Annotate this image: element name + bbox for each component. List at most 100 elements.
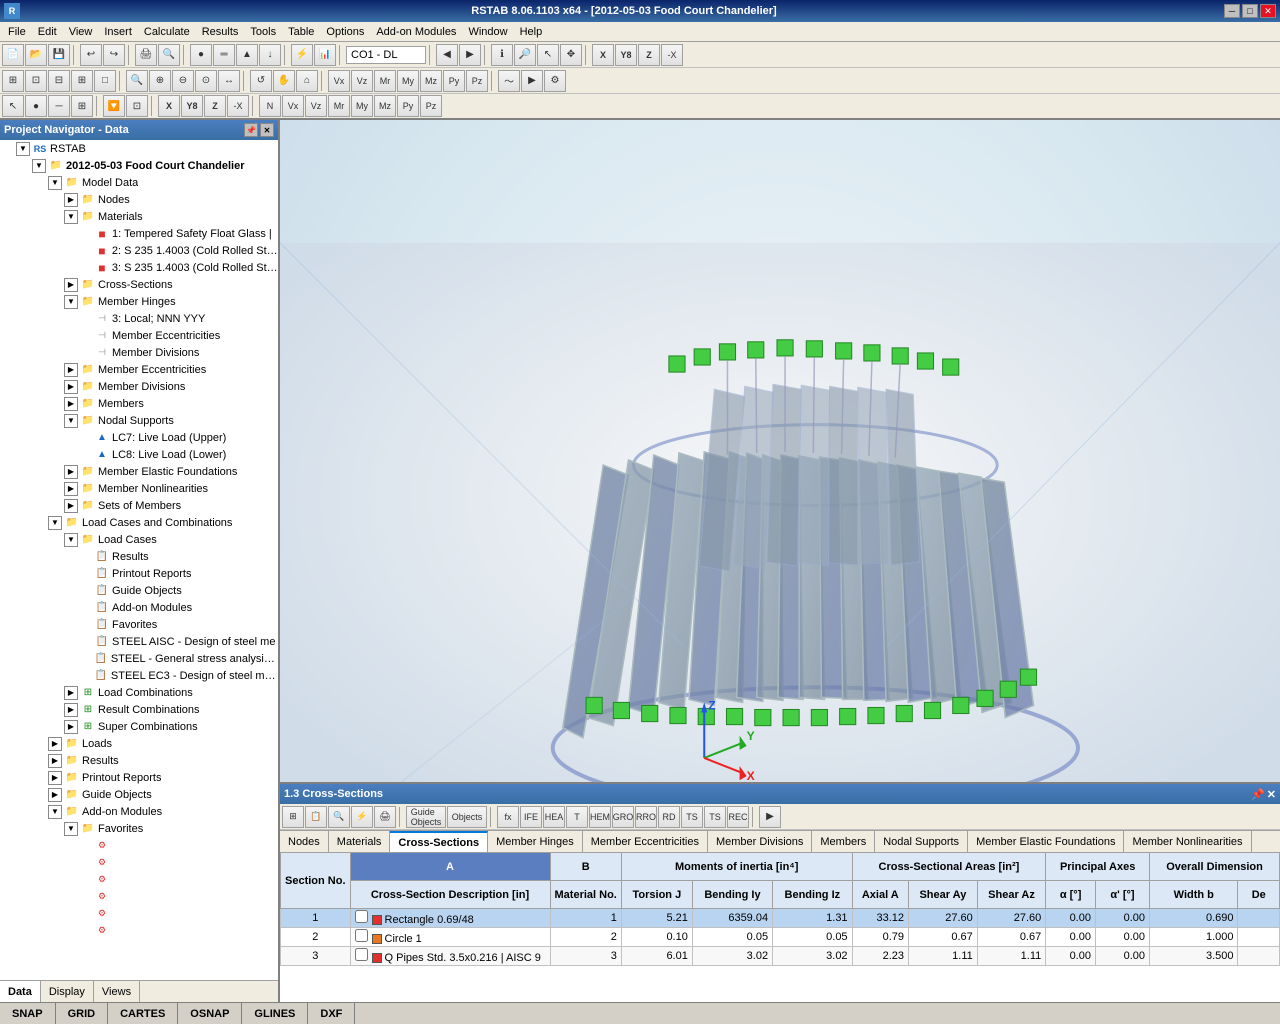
tb-redo[interactable]: ↪ — [103, 44, 125, 66]
menu-file[interactable]: File — [2, 24, 32, 40]
tab-nonlinearities[interactable]: Member Nonlinearities — [1124, 831, 1251, 852]
minimize-btn[interactable]: ─ — [1224, 4, 1240, 18]
tree-printout[interactable]: ▶ 📁 Printout Reports — [0, 769, 278, 786]
tree-member-hinges[interactable]: ▼ 📁 Member Hinges — [0, 293, 278, 310]
tree-steel-ds[interactable]: ⚙ — [0, 922, 278, 939]
tb3-y8[interactable]: Y8 — [181, 95, 203, 117]
bt-2[interactable]: 📋 — [305, 806, 327, 828]
tb2-home[interactable]: ⌂ — [296, 70, 318, 92]
tb-zoom[interactable]: 🔎 — [514, 44, 536, 66]
tb-y[interactable]: Y8 — [615, 44, 637, 66]
bt-tools[interactable]: Guide Objects — [406, 806, 446, 828]
tree-nodal-supports[interactable]: ▼ 📁 Nodal Supports — [0, 412, 278, 429]
cs-checkbox[interactable] — [355, 910, 368, 923]
tb-calc[interactable]: ⚡ — [291, 44, 313, 66]
close-btn[interactable]: ✕ — [1260, 4, 1276, 18]
maximize-btn[interactable]: □ — [1242, 4, 1258, 18]
tb-search[interactable]: 🔍 — [158, 44, 180, 66]
status-cartes[interactable]: CARTES — [108, 1003, 178, 1024]
tb-open[interactable]: 📂 — [25, 44, 47, 66]
tb-print[interactable]: 🖨 — [135, 44, 157, 66]
tree-guide[interactable]: ▶ 📁 Guide Objects — [0, 786, 278, 803]
tree-nonlin[interactable]: ▶ 📁 Member Nonlinearities — [0, 480, 278, 497]
status-grid[interactable]: GRID — [56, 1003, 109, 1024]
bt-ts[interactable]: TS — [681, 806, 703, 828]
tb2-2[interactable]: ⊡ — [25, 70, 47, 92]
tb3-nx2[interactable]: -X — [227, 95, 249, 117]
tb2-9[interactable]: ⊙ — [195, 70, 217, 92]
tb2-10[interactable]: ↔ — [218, 70, 240, 92]
tree-favorites[interactable]: ▼ 📁 Favorites — [0, 820, 278, 837]
tb3-cs[interactable]: ⊞ — [71, 95, 93, 117]
tb3-filter2[interactable]: ⊡ — [126, 95, 148, 117]
tree-lc4[interactable]: 📋 Add-on Modules — [0, 599, 278, 616]
tree-steel-ec3[interactable]: ⚙ — [0, 871, 278, 888]
tree-lc2[interactable]: 📋 Printout Reports — [0, 565, 278, 582]
tb2-mr[interactable]: Mr — [374, 70, 396, 92]
tab-nodes[interactable]: Nodes — [280, 831, 329, 852]
bt-ifc[interactable]: IFE — [520, 806, 542, 828]
tree-model-data[interactable]: ▼ 📁 Model Data — [0, 174, 278, 191]
tb2-wire[interactable]: Vx — [328, 70, 350, 92]
tb-select[interactable]: ↖ — [537, 44, 559, 66]
tree-mat2[interactable]: ■ 2: S 235 1.4003 (Cold Rolled Strip — [0, 242, 278, 259]
bt-hem[interactable]: HEM — [589, 806, 611, 828]
bottom-pin[interactable]: 📌 — [1251, 788, 1265, 801]
tab-elastic-foundations[interactable]: Member Elastic Foundations — [968, 831, 1124, 852]
tab-member-eccentricities[interactable]: Member Eccentricities — [583, 831, 708, 852]
tb-prev[interactable]: ◀ — [436, 44, 458, 66]
tab-member-hinges[interactable]: Member Hinges — [488, 831, 583, 852]
menu-insert[interactable]: Insert — [98, 24, 138, 40]
tree-rstab[interactable]: ▼ RS RSTAB — [0, 140, 278, 157]
combo-label[interactable]: CO1 - DL — [346, 46, 426, 64]
tree-members[interactable]: ▶ 📁 Members — [0, 395, 278, 412]
status-glines[interactable]: GLINES — [242, 1003, 308, 1024]
nav-tab-views[interactable]: Views — [94, 981, 140, 1002]
tb2-pz[interactable]: Pz — [466, 70, 488, 92]
tree-lc7[interactable]: 📋 STEEL - General stress analysis of st — [0, 650, 278, 667]
nav-tab-display[interactable]: Display — [41, 981, 94, 1002]
bt-heb[interactable]: T — [566, 806, 588, 828]
tab-member-divisions[interactable]: Member Divisions — [708, 831, 812, 852]
menu-calculate[interactable]: Calculate — [138, 24, 196, 40]
tb3-filter[interactable]: 🔽 — [103, 95, 125, 117]
tb3-node[interactable]: ● — [25, 95, 47, 117]
tb2-8[interactable]: ⊖ — [172, 70, 194, 92]
tb2-4[interactable]: ⊞ — [71, 70, 93, 92]
bt-rd[interactable]: RD — [658, 806, 680, 828]
tb-nx[interactable]: -X — [661, 44, 683, 66]
tree-steel-aisc[interactable]: ⚙ — [0, 837, 278, 854]
tb3-member[interactable]: ─ — [48, 95, 70, 117]
menu-window[interactable]: Window — [462, 24, 513, 40]
menu-tools[interactable]: Tools — [244, 24, 282, 40]
table-row[interactable]: 2Circle 120.100.050.050.790.670.670.000.… — [281, 928, 1280, 947]
tree-materials[interactable]: ▼ 📁 Materials — [0, 208, 278, 225]
tb2-deform[interactable]: 〜 — [498, 70, 520, 92]
tree-super-comb[interactable]: ▶ ⊞ Super Combinations — [0, 718, 278, 735]
tree-lc5[interactable]: 📋 Favorites — [0, 616, 278, 633]
tree-elastic[interactable]: ▶ 📁 Member Elastic Foundations — [0, 463, 278, 480]
tree-mat1[interactable]: ■ 1: Tempered Safety Float Glass | — [0, 225, 278, 242]
tree-hinge3[interactable]: ⊣ Member Divisions — [0, 344, 278, 361]
tree-steel-sia[interactable]: ⚙ — [0, 905, 278, 922]
tb-new[interactable]: 📄 — [2, 44, 24, 66]
tb2-anim[interactable]: ▶ — [521, 70, 543, 92]
tb-load[interactable]: ↓ — [259, 44, 281, 66]
tb2-6[interactable]: 🔍 — [126, 70, 148, 92]
tree-steel-is[interactable]: ⚙ — [0, 888, 278, 905]
nav-tab-data[interactable]: Data — [0, 981, 41, 1002]
tb3-my2[interactable]: My — [351, 95, 373, 117]
menu-help[interactable]: Help — [514, 24, 549, 40]
tree-lc3[interactable]: 📋 Guide Objects — [0, 582, 278, 599]
cs-checkbox[interactable] — [355, 929, 368, 942]
status-snap[interactable]: SNAP — [0, 1003, 56, 1024]
tb2-settings[interactable]: ⚙ — [544, 70, 566, 92]
bt-ts2[interactable]: TS — [704, 806, 726, 828]
tb3-mz2[interactable]: Mz — [374, 95, 396, 117]
tb-support[interactable]: ▲ — [236, 44, 258, 66]
tb3-select[interactable]: ↖ — [2, 95, 24, 117]
menu-view[interactable]: View — [63, 24, 99, 40]
tb-member[interactable]: ═ — [213, 44, 235, 66]
tree-lcc[interactable]: ▼ 📁 Load Cases and Combinations — [0, 514, 278, 531]
bt-rec[interactable]: REC — [727, 806, 749, 828]
